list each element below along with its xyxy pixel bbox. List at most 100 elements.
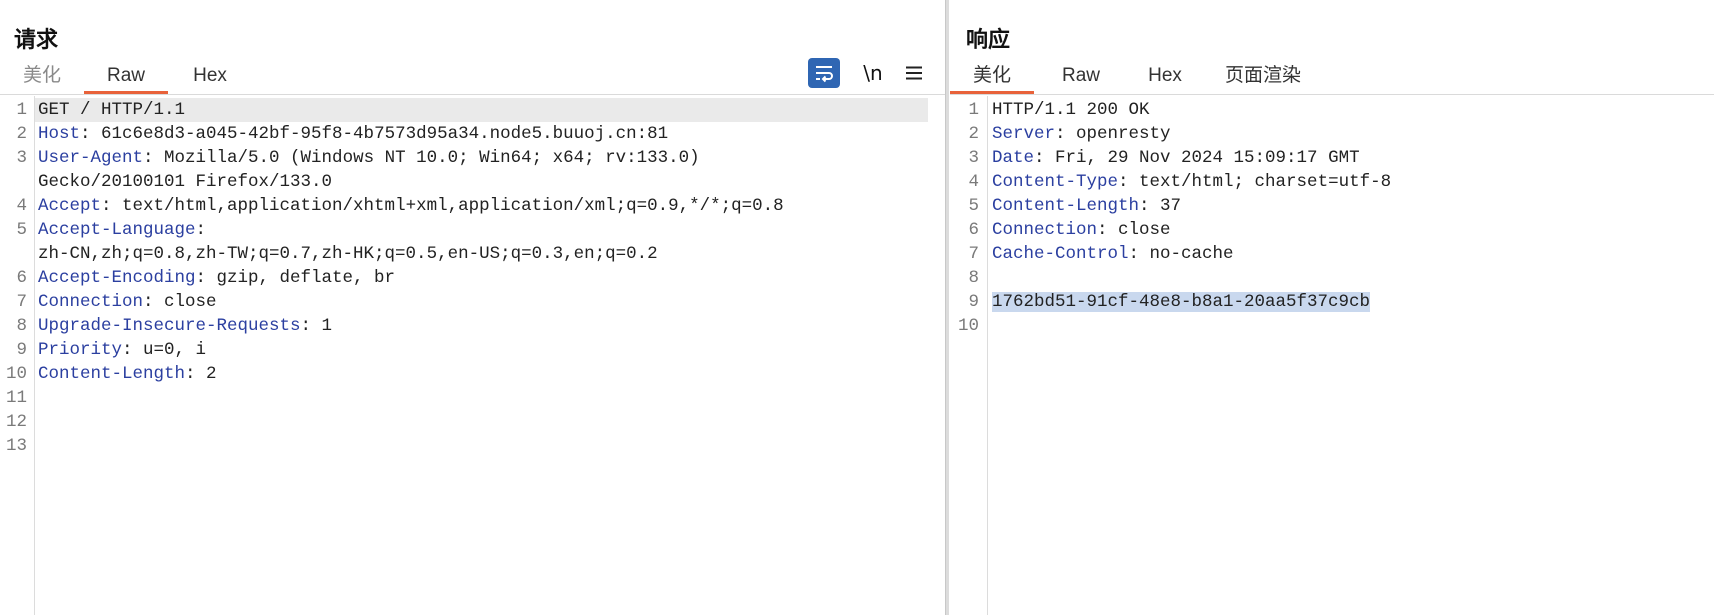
line-number: 8	[16, 316, 27, 336]
header-value: :	[195, 220, 207, 240]
response-line: Server: openresty	[992, 122, 1171, 146]
tab-hex[interactable]: Hex	[180, 60, 240, 94]
newline-icon: \n	[863, 61, 883, 85]
line-number: 6	[16, 268, 27, 288]
header-name: Accept-Encoding	[38, 268, 196, 288]
header-value: : no-cache	[1128, 244, 1234, 264]
header-name: Content-Length	[992, 196, 1140, 216]
header-name: Accept	[38, 196, 102, 216]
response-editor[interactable]: 1 2 3 4 5 6 7 8 9 10 HTTP/1.1 200 OK Ser…	[950, 98, 1714, 615]
response-line: Content-Length: 37	[992, 194, 1181, 218]
header-value: : Fri, 29 Nov 2024 15:09:17 GMT	[1034, 148, 1360, 168]
header-name: Connection	[992, 220, 1098, 240]
panel-splitter[interactable]	[945, 0, 949, 615]
line-number: 4	[968, 172, 979, 192]
word-wrap-icon	[816, 66, 833, 83]
line-number: 9	[968, 292, 979, 312]
request-editor[interactable]: 1 2 3 4 5 6 7 8 9 10 11 12 13 GET / HTTP…	[0, 98, 946, 615]
http-editor-window: 请求 美化 Raw Hex \n 1 2 3 4 5 6 7 8 9 10 11…	[0, 0, 1714, 615]
request-start-line: GET / HTTP/1.1	[38, 100, 186, 120]
request-line: Host: 61c6e8d3-a045-42bf-95f8-4b7573d95a…	[38, 122, 668, 146]
line-number: 4	[16, 196, 27, 216]
header-value: : 37	[1139, 196, 1182, 216]
word-wrap-button[interactable]	[808, 58, 840, 88]
header-value: : 1	[300, 316, 333, 336]
header-name: User-Agent	[38, 148, 144, 168]
newline-toggle-button[interactable]: \n	[858, 58, 888, 88]
request-panel: 请求 美化 Raw Hex \n 1 2 3 4 5 6 7 8 9 10 11…	[0, 0, 946, 615]
line-number: 11	[5, 388, 27, 408]
line-number: 5	[968, 196, 979, 216]
response-line: Connection: close	[992, 218, 1171, 242]
request-line: Connection: close	[38, 290, 217, 314]
request-line: Priority: u=0, i	[38, 338, 206, 362]
hamburger-menu-icon	[906, 66, 922, 80]
header-name: Cache-Control	[992, 244, 1129, 264]
header-value: : u=0, i	[122, 340, 207, 360]
header-name: Host	[38, 124, 81, 144]
header-value: : Mozilla/5.0 (Windows NT 10.0; Win64; x…	[143, 148, 700, 168]
header-value: : gzip, deflate, br	[195, 268, 396, 288]
line-number: 1	[16, 100, 27, 120]
line-number: 2	[16, 124, 27, 144]
tab-render[interactable]: 页面渲染	[1218, 60, 1308, 94]
request-line: User-Agent: Mozilla/5.0 (Windows NT 10.0…	[38, 146, 700, 170]
response-title: 响应	[966, 27, 1011, 52]
status-line: HTTP/1.1 200 OK	[992, 100, 1150, 120]
request-line: Content-Length: 2	[38, 362, 217, 386]
options-menu-button[interactable]	[902, 58, 926, 88]
response-body-selected[interactable]: 1762bd51-91cf-48e8-b8a1-20aa5f37c9cb	[992, 292, 1371, 312]
header-name: Connection	[38, 292, 144, 312]
response-body-line: 1762bd51-91cf-48e8-b8a1-20aa5f37c9cb	[992, 290, 1371, 314]
tab-pretty[interactable]: 美化	[14, 60, 70, 94]
response-line: Content-Type: text/html; charset=utf-8	[992, 170, 1391, 194]
header-value: : 61c6e8d3-a045-42bf-95f8-4b7573d95a34.n…	[80, 124, 669, 144]
line-number: 3	[968, 148, 979, 168]
header-value: : close	[143, 292, 217, 312]
line-number: 12	[5, 412, 27, 432]
header-name: Date	[992, 148, 1035, 168]
header-value: : 2	[185, 364, 217, 384]
tab-raw[interactable]: Raw	[84, 60, 168, 94]
line-number: 13	[5, 436, 27, 456]
header-name: Content-Length	[38, 364, 186, 384]
line-number: 3	[16, 148, 27, 168]
response-line: Cache-Control: no-cache	[992, 242, 1234, 266]
line-number: 7	[16, 292, 27, 312]
tab-hex[interactable]: Hex	[1136, 60, 1194, 94]
request-line: Accept: text/html,application/xhtml+xml,…	[38, 194, 784, 218]
tab-pretty[interactable]: 美化	[950, 60, 1034, 94]
header-name: Server	[992, 124, 1056, 144]
response-line: Date: Fri, 29 Nov 2024 15:09:17 GMT	[992, 146, 1360, 170]
request-title: 请求	[14, 27, 59, 52]
line-number: 1	[968, 100, 979, 120]
header-name: Upgrade-Insecure-Requests	[38, 316, 301, 336]
response-panel: 响应 美化 Raw Hex 页面渲染 1 2 3 4 5 6 7 8 9 10 …	[950, 0, 1714, 615]
line-number: 9	[16, 340, 27, 360]
response-tab-divider	[950, 94, 1714, 95]
line-number: 10	[5, 364, 27, 384]
header-value: : text/html,application/xhtml+xml,applic…	[101, 196, 784, 216]
request-line: GET / HTTP/1.1	[38, 98, 185, 122]
tab-raw[interactable]: Raw	[1050, 60, 1112, 94]
request-line-wrapped: Gecko/20100101 Firefox/133.0	[38, 170, 332, 194]
request-line: Accept-Language:	[38, 218, 206, 242]
response-tabs: 美化 Raw Hex 页面渲染	[950, 60, 1714, 96]
request-line: Upgrade-Insecure-Requests: 1	[38, 314, 332, 338]
line-number: 10	[957, 316, 979, 336]
request-tabs: 美化 Raw Hex	[0, 60, 946, 96]
line-number: 5	[16, 220, 27, 240]
request-line: Accept-Encoding: gzip, deflate, br	[38, 266, 395, 290]
header-name: Content-Type	[992, 172, 1119, 192]
line-number: 7	[968, 244, 979, 264]
header-value: : text/html; charset=utf-8	[1118, 172, 1392, 192]
line-number: 8	[968, 268, 979, 288]
header-value: : openresty	[1055, 124, 1171, 144]
header-value: Gecko/20100101 Firefox/133.0	[38, 172, 333, 192]
request-line-wrapped: zh-CN,zh;q=0.8,zh-TW;q=0.7,zh-HK;q=0.5,e…	[38, 242, 658, 266]
request-tab-divider	[0, 94, 946, 95]
line-number: 6	[968, 220, 979, 240]
header-value: : close	[1097, 220, 1171, 240]
response-line: HTTP/1.1 200 OK	[992, 98, 1150, 122]
header-name: Accept-Language	[38, 220, 196, 240]
